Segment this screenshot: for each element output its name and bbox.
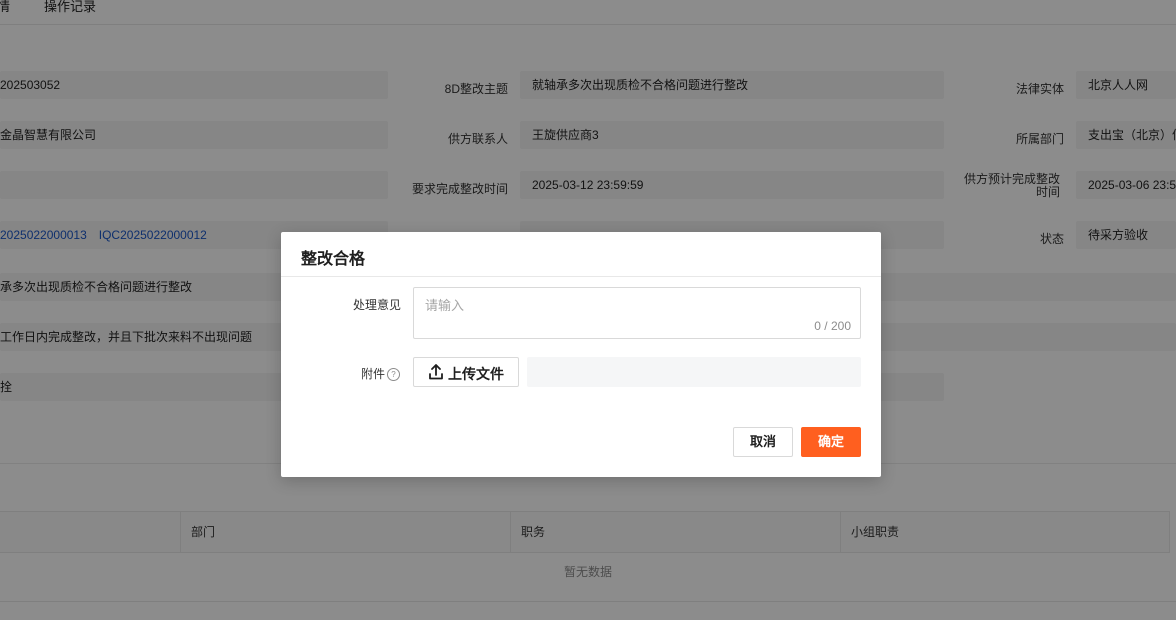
cancel-button[interactable]: 取消	[733, 427, 793, 457]
upload-file-button[interactable]: 上传文件	[413, 357, 519, 387]
attachment-label-text: 附件	[361, 367, 386, 381]
help-icon[interactable]: ?	[387, 368, 401, 381]
dialog-header: 整改合格	[281, 232, 881, 277]
opinion-textarea[interactable]: 请输入 0 / 200	[413, 287, 861, 339]
opinion-label: 处理意见	[353, 298, 402, 312]
dialog-title: 整改合格	[301, 251, 366, 268]
rectification-pass-dialog: 整改合格 处理意见 请输入 0 / 200 附件? 上传文件 取消 确定	[281, 232, 881, 477]
confirm-button[interactable]: 确定	[801, 427, 861, 457]
opinion-placeholder: 请输入	[425, 298, 465, 313]
attachment-label: 附件?	[361, 365, 401, 382]
upload-icon	[429, 364, 443, 380]
upload-file-list	[527, 357, 861, 387]
opinion-char-counter: 0 / 200	[814, 319, 851, 333]
upload-file-label: 上传文件	[448, 366, 504, 382]
